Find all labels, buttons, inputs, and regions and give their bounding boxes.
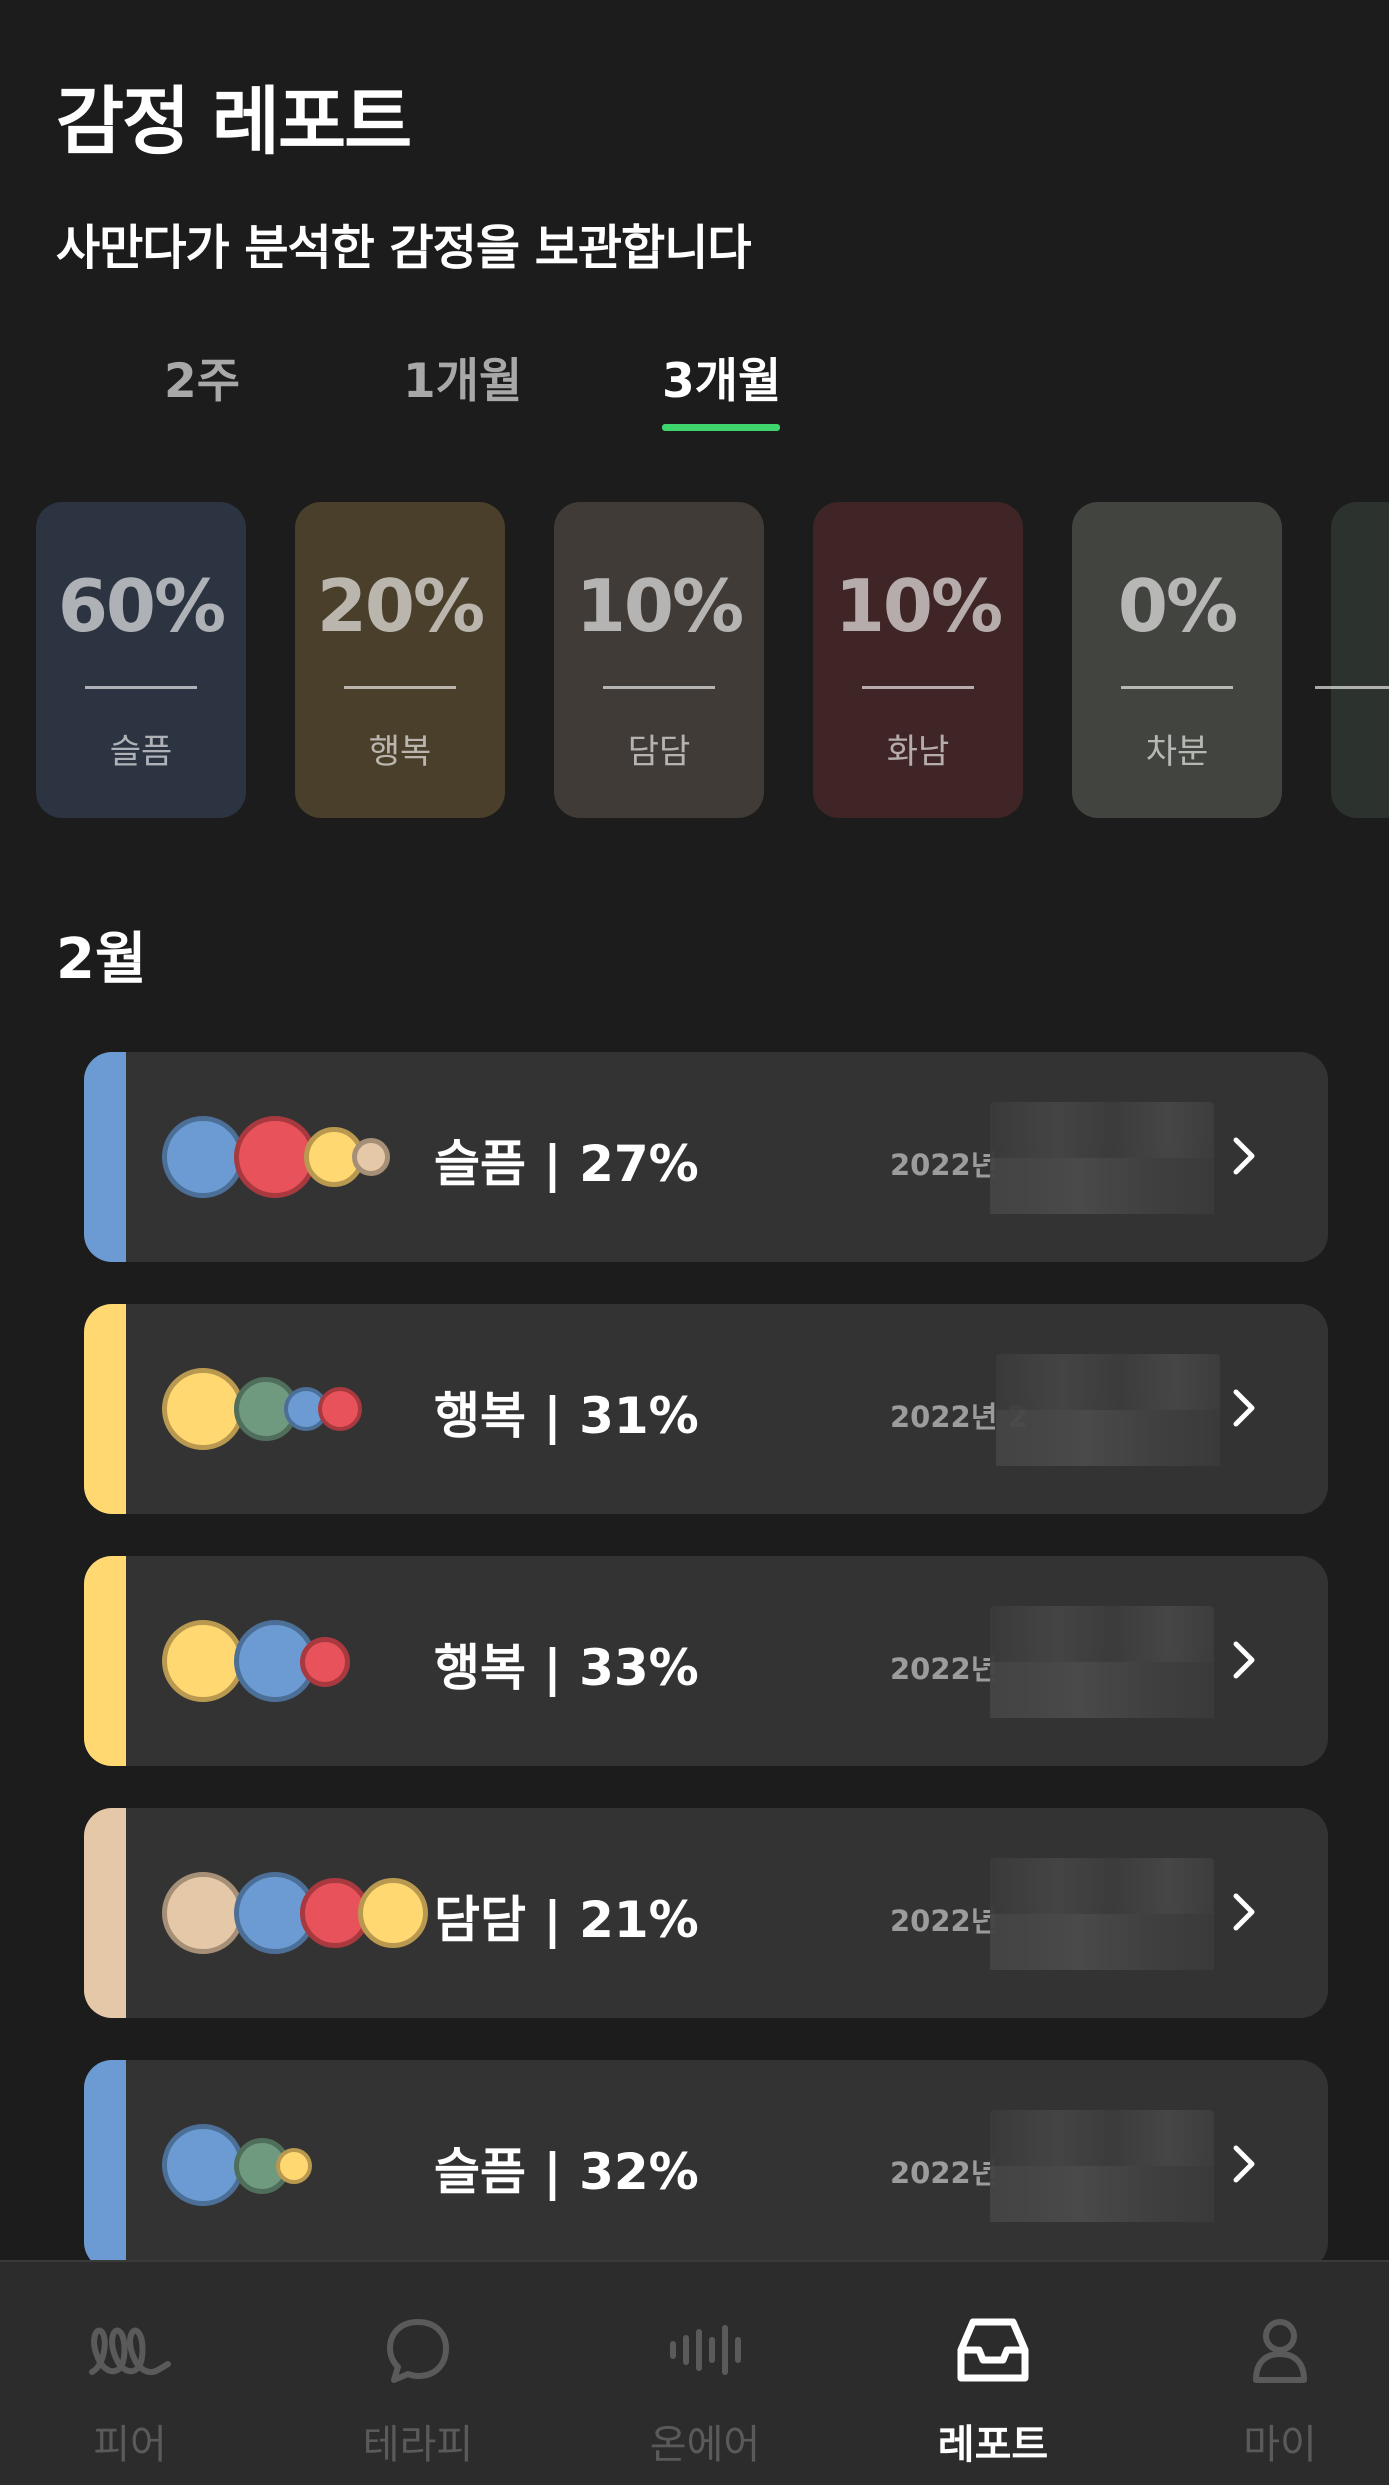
chevron-right-icon: [1233, 1137, 1255, 1175]
report-row[interactable]: 담담 | 21% 2022년: [84, 1808, 1328, 2018]
tab-3-months[interactable]: 3개월: [662, 342, 781, 411]
peer-icon: [89, 2327, 171, 2376]
chevron-right-icon: [1233, 1893, 1255, 1931]
emotion-summary-carousel[interactable]: 60% 슬픔 20% 행복 10% 담담 10% 화남 0% 차분: [0, 502, 1389, 820]
emotion-card-divider: [603, 686, 715, 689]
nav-item-therapy[interactable]: 테라피: [308, 2262, 528, 2485]
redacted-date: [996, 1354, 1220, 1466]
report-summary: 담담 | 21%: [434, 1891, 699, 1949]
report-summary: 슬픔 | 27%: [434, 1135, 699, 1193]
nav-label: 피어: [93, 2422, 167, 2468]
emotion-card-label: 차분: [1145, 732, 1209, 772]
redacted-date: [990, 1102, 1214, 1214]
emotion-card-divider: [1315, 686, 1389, 689]
emotion-card-partial[interactable]: [1315, 502, 1389, 818]
chevron-right-icon: [1233, 2145, 1255, 2183]
soundwave-icon: [670, 2325, 741, 2375]
report-accent-bar: [84, 1556, 126, 1766]
emotion-card-percent: 10%: [834, 564, 1003, 648]
emotion-card-divider: [85, 686, 197, 689]
redacted-date: [990, 1858, 1214, 1970]
emotion-card-divider: [862, 686, 974, 689]
emotion-card-label: 행복: [368, 732, 432, 772]
report-row[interactable]: 행복 | 31% 2022년 2: [84, 1304, 1328, 1514]
report-summary: 행복 | 31%: [434, 1387, 699, 1445]
nav-item-onair[interactable]: 온에어: [595, 2262, 815, 2485]
emotion-card-percent: 0%: [1117, 564, 1238, 648]
report-date: 2022년: [890, 1652, 998, 1686]
emotion-card-percent: 60%: [57, 564, 226, 648]
emotion-report-screen: 감정 레포트 사만다가 분석한 감정을 보관합니다 2주 1개월 3개월 60%…: [0, 0, 1389, 2485]
report-date: 2022년: [890, 2156, 998, 2190]
emotion-bubbles: [162, 1304, 442, 1514]
report-date: 2022년: [890, 1148, 998, 1182]
month-heading: 2월: [56, 927, 147, 992]
emotion-card-percent: 10%: [575, 564, 744, 648]
emotion-card-sad[interactable]: 60% 슬픔: [36, 502, 246, 818]
nav-label: 레포트: [937, 2422, 1049, 2468]
redacted-date: [990, 1606, 1214, 1718]
emotion-bubbles: [162, 1556, 442, 1766]
emotion-card-label: 슬픔: [109, 732, 173, 772]
emotion-bubbles: [162, 1808, 442, 2018]
chat-bubble-icon: [387, 2319, 449, 2383]
nav-label: 온에어: [649, 2422, 761, 2468]
report-summary: 행복 | 33%: [434, 1639, 699, 1697]
emotion-card-angry[interactable]: 10% 화남: [813, 502, 1023, 818]
emotion-card-label: 화남: [886, 732, 950, 772]
report-accent-bar: [84, 1304, 126, 1514]
emotion-card-percent: 20%: [316, 564, 485, 648]
emotion-card-composed[interactable]: 0% 차분: [1072, 502, 1282, 818]
person-icon: [1253, 2319, 1307, 2383]
chevron-right-icon: [1233, 1389, 1255, 1427]
tab-1-month[interactable]: 1개월: [403, 342, 522, 411]
report-accent-bar: [84, 1808, 126, 2018]
tab-2-weeks[interactable]: 2주: [164, 342, 240, 411]
page-subtitle: 사만다가 분석한 감정을 보관합니다: [56, 220, 752, 276]
report-accent-bar: [84, 2060, 126, 2270]
page-title: 감정 레포트: [56, 79, 412, 165]
inbox-icon: [957, 2318, 1029, 2382]
report-summary: 슬픔 | 32%: [434, 2143, 699, 2201]
active-tab-indicator: [662, 424, 780, 431]
report-row[interactable]: 슬픔 | 32% 2022년: [84, 2060, 1328, 2270]
chevron-right-icon: [1233, 1641, 1255, 1679]
report-date: 2022년: [890, 1904, 998, 1938]
nav-label: 마이: [1243, 2422, 1317, 2468]
nav-label: 테라피: [362, 2422, 474, 2468]
bottom-navigation: 피어 테라피 온에어 레포트 마이: [0, 2260, 1389, 2485]
report-row[interactable]: 행복 | 33% 2022년: [84, 1556, 1328, 1766]
emotion-bubbles: [162, 1052, 442, 1262]
nav-item-my[interactable]: 마이: [1170, 2262, 1389, 2485]
emotion-card-happy[interactable]: 20% 행복: [295, 502, 505, 818]
emotion-bubbles: [162, 2060, 442, 2270]
nav-item-report[interactable]: 레포트: [883, 2262, 1103, 2485]
nav-item-peer[interactable]: 피어: [20, 2262, 240, 2485]
emotion-card-calm[interactable]: 10% 담담: [554, 502, 764, 818]
redacted-date: [990, 2110, 1214, 2222]
emotion-card-label: 담담: [627, 732, 691, 772]
emotion-card-divider: [344, 686, 456, 689]
emotion-card-divider: [1121, 686, 1233, 689]
report-accent-bar: [84, 1052, 126, 1262]
period-tabs: 2주 1개월 3개월: [0, 342, 1389, 432]
report-row[interactable]: 슬픔 | 27% 2022년: [84, 1052, 1328, 1262]
